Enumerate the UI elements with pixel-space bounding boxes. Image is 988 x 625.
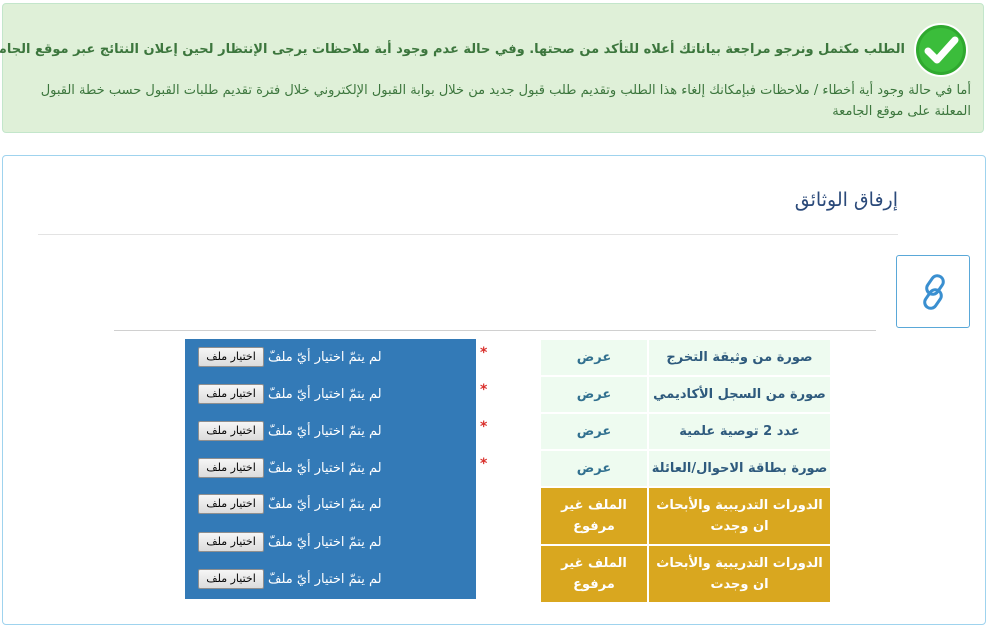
document-row: الدورات التدريبية والأبحاث ان وجدت الملف …: [540, 487, 831, 545]
documents-panel: [2, 155, 986, 625]
document-row: الدورات التدريبية والأبحاث ان وجدت الملف …: [540, 545, 831, 603]
required-marker: *: [480, 456, 488, 472]
required-marker: *: [480, 419, 488, 435]
divider: [38, 234, 898, 235]
document-row: عدد 2 توصية علمية عرض: [540, 413, 831, 450]
attach-link-button[interactable]: [896, 255, 970, 328]
file-status-text: لم يتمّ اختيار أيّ ملفّ: [268, 349, 382, 365]
required-marker: *: [480, 345, 488, 361]
choose-file-button[interactable]: اختيار ملف: [198, 458, 264, 478]
check-circle-icon: [914, 23, 968, 77]
document-status: الملف غير مرفوع: [540, 545, 648, 603]
file-status-text: لم يتمّ اختيار أيّ ملفّ: [268, 496, 382, 512]
file-status-text: لم يتمّ اختيار أيّ ملفّ: [268, 571, 382, 587]
document-name: الدورات التدريبية والأبحاث ان وجدت: [648, 487, 831, 545]
file-input[interactable]: اختيار ملف لم يتمّ اختيار أيّ ملفّ: [198, 494, 382, 514]
success-alert: الطلب مكتمل ونرجو مراجعة بياناتك أعلاه ل…: [0, 3, 984, 133]
document-status: الملف غير مرفوع: [540, 487, 648, 545]
file-input[interactable]: اختيار ملف لم يتمّ اختيار أيّ ملفّ: [198, 384, 382, 404]
document-row: صورة من السجل الأكاديمي عرض: [540, 376, 831, 413]
document-name: الدورات التدريبية والأبحاث ان وجدت: [648, 545, 831, 603]
file-input[interactable]: اختيار ملف لم يتمّ اختيار أيّ ملفّ: [198, 458, 382, 478]
view-document-link[interactable]: عرض: [540, 413, 648, 450]
choose-file-button[interactable]: اختيار ملف: [198, 532, 264, 552]
choose-file-button[interactable]: اختيار ملف: [198, 569, 264, 589]
file-input[interactable]: اختيار ملف لم يتمّ اختيار أيّ ملفّ: [198, 347, 382, 367]
document-name: صورة من السجل الأكاديمي: [648, 376, 831, 413]
choose-file-button[interactable]: اختيار ملف: [198, 494, 264, 514]
file-status-text: لم يتمّ اختيار أيّ ملفّ: [268, 386, 382, 402]
file-status-text: لم يتمّ اختيار أيّ ملفّ: [268, 460, 382, 476]
view-document-link[interactable]: عرض: [540, 339, 648, 376]
alert-detail: أما في حالة وجود أية أخطاء / ملاحظات فبإ…: [40, 83, 971, 119]
alert-title: الطلب مكتمل ونرجو مراجعة بياناتك أعلاه ل…: [0, 42, 905, 57]
file-input[interactable]: اختيار ملف لم يتمّ اختيار أيّ ملفّ: [198, 569, 382, 589]
file-status-text: لم يتمّ اختيار أيّ ملفّ: [268, 423, 382, 439]
required-marker: *: [480, 382, 488, 398]
link-icon: [923, 274, 945, 310]
choose-file-button[interactable]: اختيار ملف: [198, 347, 264, 367]
choose-file-button[interactable]: اختيار ملف: [198, 384, 264, 404]
document-name: صورة بطاقة الاحوال/العائلة: [648, 450, 831, 487]
view-document-link[interactable]: عرض: [540, 376, 648, 413]
file-input[interactable]: اختيار ملف لم يتمّ اختيار أيّ ملفّ: [198, 421, 382, 441]
document-name: صورة من وثيقة التخرج: [648, 339, 831, 376]
choose-file-button[interactable]: اختيار ملف: [198, 421, 264, 441]
document-row: صورة بطاقة الاحوال/العائلة عرض: [540, 450, 831, 487]
file-input[interactable]: اختيار ملف لم يتمّ اختيار أيّ ملفّ: [198, 532, 382, 552]
divider: [114, 330, 876, 331]
file-status-text: لم يتمّ اختيار أيّ ملفّ: [268, 534, 382, 550]
view-document-link[interactable]: عرض: [540, 450, 648, 487]
document-name: عدد 2 توصية علمية: [648, 413, 831, 450]
document-row: صورة من وثيقة التخرج عرض: [540, 339, 831, 376]
section-title: إرفاق الوثائق: [794, 189, 898, 211]
